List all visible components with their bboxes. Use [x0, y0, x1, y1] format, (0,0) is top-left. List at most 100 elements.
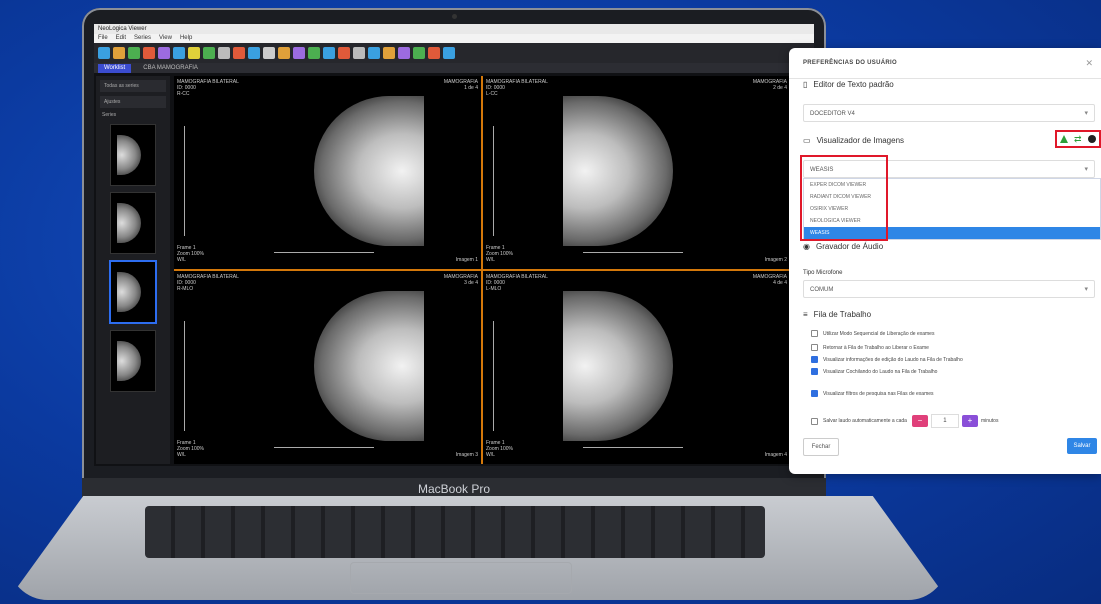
series-label: Series [102, 112, 117, 118]
viewport-overlay-text: Imagem 4 [764, 452, 787, 458]
vertical-ruler [184, 321, 185, 431]
horizontal-ruler [583, 252, 683, 253]
checkbox-label: Visualizar Cochilando do Laudo na Fila d… [823, 368, 938, 375]
series-thumbnail[interactable] [110, 330, 156, 392]
text-editor-select[interactable]: DOCEDITOR V4 ▾ [803, 104, 1095, 122]
monitor-icon: ▭ [803, 136, 811, 145]
toolbar-tool-icon[interactable] [413, 47, 425, 59]
viewport[interactable]: MAMOGRAFIA BILATERAL ID: 0000 L-CC MAMOGR… [483, 76, 790, 269]
viewport[interactable]: MAMOGRAFIA BILATERAL ID: 0000 R-CC MAMOGR… [174, 76, 481, 269]
share-icon[interactable]: ⇄ [1074, 135, 1082, 144]
toolbar-tool-icon[interactable] [353, 47, 365, 59]
checkbox[interactable] [811, 417, 818, 425]
menu-help[interactable]: Help [180, 34, 192, 43]
worklist-section: ≡ Fila de Trabalho [803, 310, 871, 319]
series-thumbnail[interactable] [110, 192, 156, 254]
menu-view[interactable]: View [159, 34, 172, 43]
viewer-dropdown-highlight [800, 155, 888, 241]
worklist-option: Visualizar Cochilando do Laudo na Fila d… [811, 368, 937, 375]
toolbar-tool-icon[interactable] [428, 47, 440, 59]
series-thumbnail-selected[interactable] [109, 260, 157, 324]
toolbar-tool-icon[interactable] [233, 47, 245, 59]
menu-file[interactable]: File [98, 34, 108, 43]
toolbar-tool-icon[interactable] [128, 47, 140, 59]
viewport[interactable]: MAMOGRAFIA BILATERAL ID: 0000 L-MLO MAMOG… [483, 271, 790, 464]
worklist-option: Salvar laudo automaticamente a cada −1 + mi… [811, 414, 998, 428]
document-icon: ▯ [803, 80, 808, 89]
toolbar-tool-icon[interactable] [443, 47, 455, 59]
text-editor-value: DOCEDITOR V4 [810, 111, 855, 117]
thumbnail-image [117, 135, 141, 175]
toolbar-tool-icon[interactable] [113, 47, 125, 59]
toolbar-tool-icon[interactable] [398, 47, 410, 59]
horizontal-ruler [583, 447, 683, 448]
text-editor-label: Editor de Texto padrão [813, 80, 894, 89]
microphone-select[interactable]: COMUM ▾ [803, 280, 1095, 298]
close-icon[interactable]: ✕ [1085, 58, 1093, 69]
autosave-stepper: −1 + minutos [911, 414, 998, 428]
horizontal-ruler [274, 447, 374, 448]
checkbox[interactable] [811, 330, 818, 337]
series-filter-select[interactable]: Todas as series [100, 80, 166, 92]
toolbar-tool-icon[interactable] [323, 47, 335, 59]
toolbar-tool-icon[interactable] [248, 47, 260, 59]
decrement-button[interactable]: − [911, 415, 928, 427]
checkbox-label: Visualizar filtros de pesquisa nas Filas… [823, 390, 934, 397]
menu-series[interactable]: Series [134, 34, 151, 43]
worklist-option: Visualizar informações de edição do Laud… [811, 356, 963, 363]
toolbar-tool-icon[interactable] [383, 47, 395, 59]
upload-icon[interactable] [1060, 135, 1068, 143]
series-thumbnail[interactable] [110, 124, 156, 186]
close-button[interactable]: Fechar [803, 438, 839, 456]
vertical-ruler [493, 126, 494, 236]
device-label: MacBook Pro [417, 482, 491, 496]
toolbar-tool-icon[interactable] [98, 47, 110, 59]
keyboard [145, 506, 765, 558]
checkbox-label: Visualizar informações de edição do Laud… [823, 356, 963, 363]
check-circle-icon[interactable] [1088, 135, 1096, 143]
mammogram-image [563, 96, 673, 246]
worklist-option: Visualizar filtros de pesquisa nas Filas… [811, 390, 934, 397]
touchpad [350, 562, 572, 594]
toolbar-tool-icon[interactable] [158, 47, 170, 59]
save-button[interactable]: Salvar [1067, 438, 1097, 454]
increment-button[interactable]: + [961, 415, 978, 427]
preferences-dialog: PREFERÊNCIAS DO USUÁRIO ✕ ▯ Editor de Te… [789, 48, 1101, 474]
toolbar-tool-icon[interactable] [218, 47, 230, 59]
image-viewer-grid: MAMOGRAFIA BILATERAL ID: 0000 R-CC MAMOGR… [174, 76, 790, 464]
adjust-select[interactable]: Ajustes [100, 96, 166, 108]
checkbox[interactable] [811, 344, 818, 351]
toolbar-tool-icon[interactable] [293, 47, 305, 59]
menu-bar: File Edit Series View Help [94, 34, 814, 43]
mammogram-image [563, 291, 673, 441]
menu-edit[interactable]: Edit [116, 34, 126, 43]
autosave-minutes-input[interactable]: 1 [930, 414, 959, 428]
tab-worklist[interactable]: Worklist [98, 63, 132, 73]
tab-study[interactable]: CBA MAMOGRAFIA [137, 64, 204, 73]
chevron-down-icon: ▾ [1084, 166, 1088, 173]
toolbar-tool-icon[interactable] [338, 47, 350, 59]
toolbar-tool-icon[interactable] [308, 47, 320, 59]
thumbnail-image [117, 272, 141, 312]
mammogram-image [314, 291, 424, 441]
toolbar-tool-icon[interactable] [368, 47, 380, 59]
toolbar-tool-icon[interactable] [203, 47, 215, 59]
dialog-title: PREFERÊNCIAS DO USUÁRIO [803, 60, 897, 66]
toolbar-tool-icon[interactable] [263, 47, 275, 59]
toolbar-tool-icon[interactable] [173, 47, 185, 59]
checkbox[interactable] [811, 368, 818, 375]
toolbar-tool-icon[interactable] [188, 47, 200, 59]
microphone-label-text: Tipo Microfone [803, 270, 843, 276]
viewport-overlay-text: MAMOGRAFIA BILATERAL ID: 0000 L-CC [486, 79, 548, 97]
horizontal-ruler [274, 252, 374, 253]
toolbar-tool-icon[interactable] [143, 47, 155, 59]
viewport-overlay-text: MAMOGRAFIA 2 de 4 [752, 79, 787, 91]
checkbox-label: Utilizar Modo Sequencial de Liberação de… [823, 330, 935, 337]
image-viewer-label: Visualizador de Imagens [816, 136, 905, 145]
viewport[interactable]: MAMOGRAFIA BILATERAL ID: 0000 R-MLO MAMOG… [174, 271, 481, 464]
worklist-option: Utilizar Modo Sequencial de Liberação de… [811, 330, 934, 337]
viewport-overlay-text: MAMOGRAFIA 3 de 4 [443, 274, 478, 286]
toolbar-tool-icon[interactable] [278, 47, 290, 59]
checkbox[interactable] [811, 356, 818, 363]
checkbox[interactable] [811, 390, 818, 397]
